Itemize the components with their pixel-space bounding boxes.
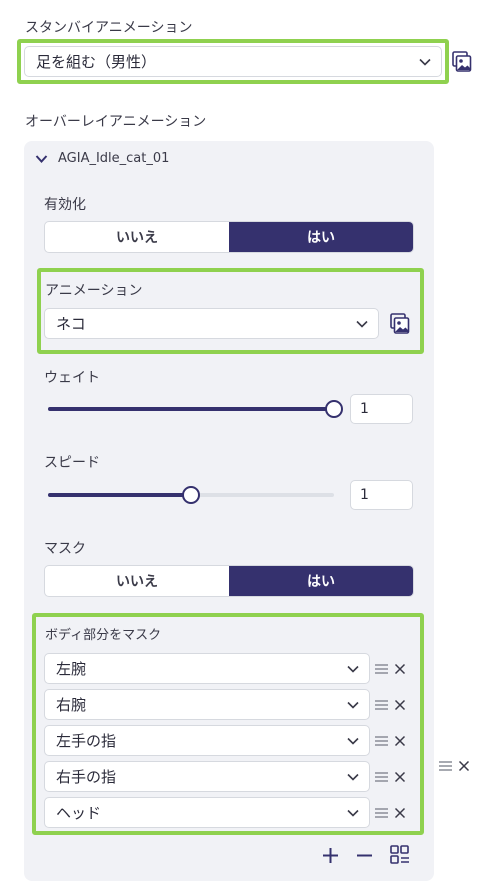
enabled-label: 有効化 <box>44 197 86 213</box>
weight-slider-handle[interactable] <box>325 400 343 418</box>
enabled-yes-option[interactable]: はい <box>229 222 413 252</box>
drag-handle-icon[interactable] <box>375 771 388 783</box>
mask-yes-option[interactable]: はい <box>229 566 413 596</box>
close-icon[interactable] <box>394 735 406 747</box>
minus-icon[interactable] <box>356 847 373 864</box>
standby-label: スタンバイアニメーション <box>25 20 193 36</box>
close-icon[interactable] <box>394 807 406 819</box>
weight-label: ウェイト <box>44 370 100 386</box>
speed-slider[interactable] <box>48 486 334 504</box>
chevron-down-icon <box>347 809 359 817</box>
animation-select-value: ネコ <box>56 315 86 333</box>
standby-image-picker-icon[interactable] <box>451 50 473 74</box>
body-part-select[interactable]: 左手の指 <box>44 725 370 756</box>
overlay-label: オーバーレイアニメーション <box>25 114 207 130</box>
weight-input[interactable]: 1 <box>350 394 413 424</box>
standby-highlight: 足を組む（男性） <box>17 39 449 84</box>
list-item: 左手の指 <box>44 725 414 756</box>
list-item: 右腕 <box>44 689 414 720</box>
chevron-down-icon <box>347 701 359 709</box>
overlay-item-title: AGIA_Idle_cat_01 <box>58 151 170 166</box>
speed-slider-fill <box>48 493 191 497</box>
animation-image-picker-icon[interactable] <box>389 312 411 336</box>
drag-handle-icon[interactable] <box>375 699 388 711</box>
chevron-down-icon <box>419 58 431 66</box>
image-picker-icon <box>390 313 410 334</box>
chevron-down-icon <box>347 665 359 673</box>
body-part-value: 右手の指 <box>56 768 117 786</box>
standby-select[interactable]: 足を組む（男性） <box>24 46 442 77</box>
mask-no-option[interactable]: いいえ <box>45 566 229 596</box>
list-item: ヘッド <box>44 797 414 828</box>
drag-handle-icon[interactable] <box>439 760 452 772</box>
body-part-select[interactable]: 右手の指 <box>44 761 370 792</box>
chevron-down-icon <box>347 737 359 745</box>
plus-icon[interactable] <box>322 847 339 864</box>
close-icon[interactable] <box>394 663 406 675</box>
chevron-down-icon <box>347 773 359 781</box>
body-part-value: 右腕 <box>56 696 87 714</box>
drag-handle-icon[interactable] <box>375 663 388 675</box>
body-mask-label: ボディ部分をマスク <box>45 628 162 643</box>
body-part-value: 左手の指 <box>56 732 117 750</box>
close-icon[interactable] <box>394 699 406 711</box>
drag-handle-icon[interactable] <box>375 735 388 747</box>
chevron-down-icon <box>356 320 368 328</box>
chevron-down-icon <box>35 154 48 163</box>
speed-label: スピード <box>44 455 100 471</box>
drag-handle-icon[interactable] <box>375 807 388 819</box>
weight-slider[interactable] <box>48 400 343 418</box>
mask-toggle: いいえ はい <box>44 565 414 597</box>
weight-slider-fill <box>48 407 334 411</box>
enabled-toggle: いいえ はい <box>44 221 414 253</box>
body-part-value: ヘッド <box>56 804 102 822</box>
animation-select[interactable]: ネコ <box>44 308 379 339</box>
list-item: 左腕 <box>44 653 414 684</box>
animation-label: アニメーション <box>45 283 143 299</box>
speed-input[interactable]: 1 <box>350 480 413 510</box>
body-mask-controls <box>322 845 410 865</box>
body-part-select[interactable]: ヘッド <box>44 797 370 828</box>
overlay-item-actions <box>439 760 470 772</box>
body-part-select[interactable]: 左腕 <box>44 653 370 684</box>
grid-list-icon[interactable] <box>390 845 410 865</box>
speed-slider-handle[interactable] <box>182 486 200 504</box>
image-picker-icon <box>452 51 472 72</box>
close-icon[interactable] <box>458 760 470 772</box>
standby-select-value: 足を組む（男性） <box>36 53 157 71</box>
body-part-value: 左腕 <box>56 660 87 678</box>
mask-label: マスク <box>44 541 86 557</box>
close-icon[interactable] <box>394 771 406 783</box>
overlay-item-header[interactable]: AGIA_Idle_cat_01 <box>35 151 169 166</box>
body-part-select[interactable]: 右腕 <box>44 689 370 720</box>
enabled-no-option[interactable]: いいえ <box>45 222 229 252</box>
body-mask-list: 左腕 右腕 左手の指 右手の指 ヘッド <box>44 653 414 828</box>
list-item: 右手の指 <box>44 761 414 792</box>
